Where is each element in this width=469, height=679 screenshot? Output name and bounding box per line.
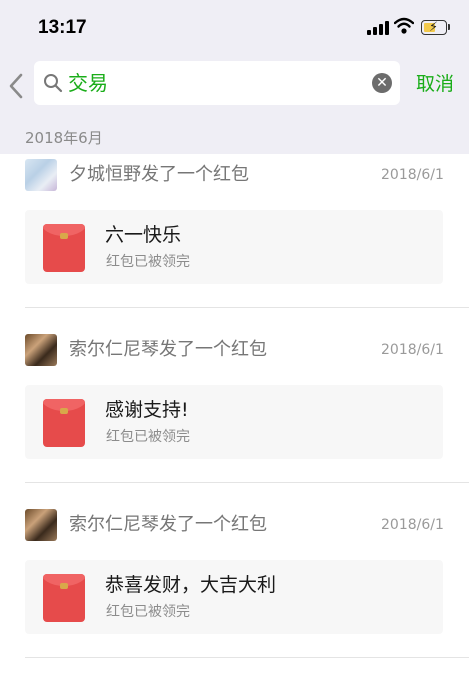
red-packet-card[interactable]: 恭喜发财，大吉大利 红包已被领完 xyxy=(25,560,443,634)
message-date: 2018/6/1 xyxy=(381,167,444,183)
cancel-button[interactable]: 取消 xyxy=(416,70,454,98)
red-packet-status: 红包已被领完 xyxy=(106,254,190,270)
signal-icon xyxy=(367,20,389,35)
search-query[interactable]: 交易 xyxy=(68,69,108,97)
avatar[interactable] xyxy=(25,509,57,541)
date-section-header: 2018年6月 xyxy=(0,114,469,154)
red-packet-status: 红包已被领完 xyxy=(106,604,190,620)
status-bar: 13:17 ⚡ xyxy=(0,0,469,56)
list-item[interactable]: 索尔仁尼琴发了一个红包 2018/6/1 感谢支持! 红包已被领完 xyxy=(0,329,469,504)
red-envelope-icon xyxy=(43,574,85,622)
red-packet-title: 六一快乐 xyxy=(105,224,182,246)
sender-text: 索尔仁尼琴发了一个红包 xyxy=(69,339,267,360)
clear-icon[interactable]: ✕ xyxy=(372,73,392,93)
divider xyxy=(25,307,469,308)
wifi-icon xyxy=(394,17,414,34)
list-item[interactable]: 夕城恒野发了一个红包 2018/6/1 六一快乐 红包已被领完 xyxy=(0,154,469,329)
battery-icon: ⚡ xyxy=(421,20,451,35)
red-packet-title: 恭喜发财，大吉大利 xyxy=(105,574,277,596)
search-input[interactable]: 交易 ✕ xyxy=(34,61,400,105)
back-arrow-icon[interactable] xyxy=(6,72,26,100)
divider xyxy=(25,657,469,658)
red-packet-status: 红包已被领完 xyxy=(106,429,190,445)
red-packet-card[interactable]: 六一快乐 红包已被领完 xyxy=(25,210,443,284)
message-date: 2018/6/1 xyxy=(381,342,444,358)
sender-text: 索尔仁尼琴发了一个红包 xyxy=(69,514,267,535)
list-item[interactable]: 索尔仁尼琴发了一个红包 2018/6/1 恭喜发财，大吉大利 红包已被领完 xyxy=(0,504,469,679)
date-header-label: 2018年6月 xyxy=(25,129,103,147)
status-time: 13:17 xyxy=(38,17,87,38)
message-date: 2018/6/1 xyxy=(381,517,444,533)
divider xyxy=(25,482,469,483)
search-icon xyxy=(44,74,63,93)
red-envelope-icon xyxy=(43,224,85,272)
avatar[interactable] xyxy=(25,159,57,191)
charging-icon: ⚡ xyxy=(429,20,439,35)
search-bar: 交易 ✕ 取消 xyxy=(0,56,469,114)
red-packet-card[interactable]: 感谢支持! 红包已被领完 xyxy=(25,385,443,459)
red-packet-title: 感谢支持! xyxy=(105,399,189,421)
red-envelope-icon xyxy=(43,399,85,447)
avatar[interactable] xyxy=(25,334,57,366)
sender-text: 夕城恒野发了一个红包 xyxy=(69,164,249,185)
search-results: 夕城恒野发了一个红包 2018/6/1 六一快乐 红包已被领完 索尔仁尼琴发了一… xyxy=(0,154,469,670)
